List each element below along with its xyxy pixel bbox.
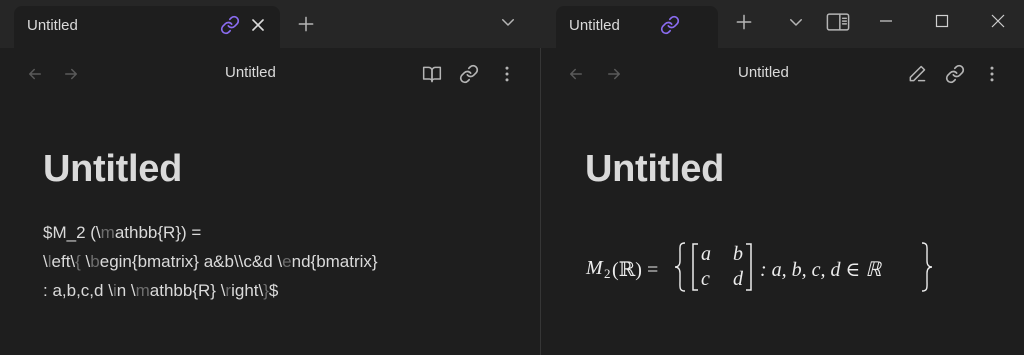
arrow-right-icon xyxy=(65,68,77,80)
sidebar-toggle-icon xyxy=(826,13,850,31)
minimize-button[interactable] xyxy=(872,7,900,35)
latex-source-line[interactable]: \left\{ \begin{bmatrix} a&b\\c&d \end{bm… xyxy=(43,247,513,276)
arrow-left-icon xyxy=(29,68,41,80)
tab-list-button[interactable] xyxy=(782,8,810,36)
more-vertical-icon xyxy=(990,66,994,82)
forward-button[interactable] xyxy=(59,62,83,86)
view-header-title[interactable]: Untitled xyxy=(738,64,789,81)
editor-pane-source: Untitled Untitled $M_2 (\mathbb{R}) = \l… xyxy=(0,48,540,355)
chevron-down-icon xyxy=(790,19,802,26)
right-bracket-icon xyxy=(746,243,752,291)
more-options-button[interactable] xyxy=(979,61,1005,87)
maximize-button[interactable] xyxy=(928,7,956,35)
back-button[interactable] xyxy=(23,62,47,86)
tab-list-button[interactable] xyxy=(494,8,522,36)
maximize-icon xyxy=(935,14,949,28)
sidebar-toggle-button[interactable] xyxy=(824,8,852,36)
new-tab-button[interactable] xyxy=(292,10,320,38)
plus-icon xyxy=(736,14,752,30)
view-header-title[interactable]: Untitled xyxy=(225,64,276,81)
link-icon xyxy=(459,64,479,84)
latex-source-line[interactable]: $M_2 (\mathbb{R}) = xyxy=(43,218,513,247)
right-brace-icon xyxy=(921,242,933,292)
link-button[interactable] xyxy=(942,61,968,87)
reading-view-button[interactable] xyxy=(419,61,445,87)
math-condition: : a, b, c, d ∈ ℝ xyxy=(760,259,882,281)
link-button[interactable] xyxy=(456,61,482,87)
link-icon xyxy=(945,64,965,84)
edit-view-button[interactable] xyxy=(904,61,930,87)
chevron-down-icon xyxy=(502,19,514,26)
tab-bar: Untitled Untitled xyxy=(0,0,1024,48)
note-title: Untitled xyxy=(585,148,725,190)
editor-pane-rendered: Untitled Untitled M 2 (ℝ) = a b c d : a,… xyxy=(541,48,1024,355)
math-symbol-m: M xyxy=(586,257,603,279)
close-window-button[interactable] xyxy=(984,7,1012,35)
link-icon[interactable] xyxy=(660,15,680,35)
matrix-cell: b xyxy=(733,243,743,265)
link-icon[interactable] xyxy=(220,15,240,35)
back-button[interactable] xyxy=(564,62,588,86)
matrix-cell: d xyxy=(733,268,743,290)
matrix-cell: a xyxy=(701,243,711,265)
matrix-cell: c xyxy=(701,268,710,290)
plus-icon xyxy=(298,16,314,32)
pencil-icon xyxy=(909,65,926,82)
arrow-right-icon xyxy=(608,68,620,80)
close-icon[interactable] xyxy=(248,15,268,35)
forward-button[interactable] xyxy=(602,62,626,86)
new-tab-button[interactable] xyxy=(730,8,758,36)
latex-source-line[interactable]: : a,b,c,d \in \mathbb{R} \right\}$ xyxy=(43,276,513,305)
latex-source[interactable]: $M_2 (\mathbb{R}) = \left\{ \begin{bmatr… xyxy=(43,218,513,305)
tab-title: Untitled xyxy=(569,17,620,34)
left-brace-icon xyxy=(674,242,686,292)
tab-untitled-left[interactable]: Untitled xyxy=(14,6,280,48)
book-open-icon xyxy=(422,66,442,83)
more-options-button[interactable] xyxy=(494,61,520,87)
arrow-left-icon xyxy=(570,68,582,80)
tab-untitled-right[interactable]: Untitled xyxy=(556,6,718,48)
minimize-icon xyxy=(880,20,892,22)
left-bracket-icon xyxy=(692,243,698,291)
more-vertical-icon xyxy=(505,66,509,82)
close-window-icon xyxy=(991,14,1005,28)
note-title[interactable]: Untitled xyxy=(43,148,182,191)
math-paren-r: (ℝ) = xyxy=(612,259,659,281)
tab-title: Untitled xyxy=(27,17,78,34)
math-subscript: 2 xyxy=(604,266,611,281)
